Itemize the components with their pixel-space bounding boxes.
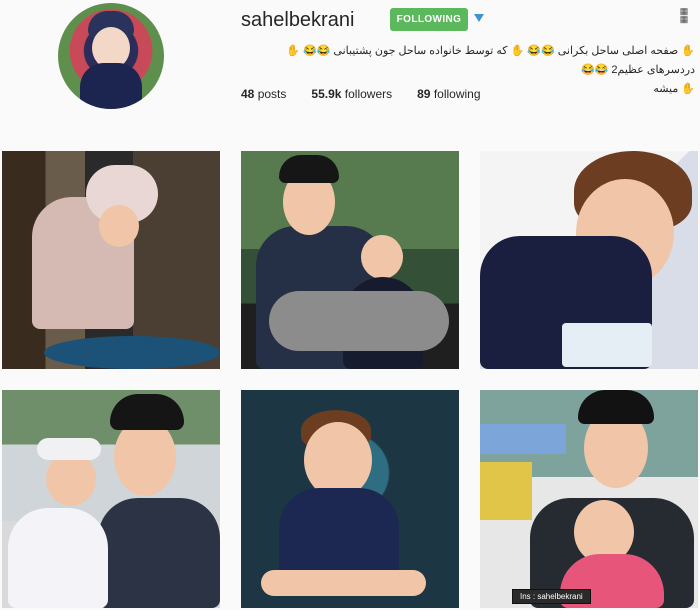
- instagram-label: Ins : sahelbekrani: [512, 589, 591, 604]
- motorbike: [269, 291, 449, 351]
- baby-legs: [261, 570, 426, 596]
- profile-avatar[interactable]: [58, 3, 164, 109]
- photo-post-3[interactable]: [480, 151, 698, 369]
- profile-username: sahelbekrani: [241, 9, 355, 31]
- man-jacket: [98, 498, 220, 608]
- man-hair: [110, 394, 184, 430]
- photo-post-4[interactable]: [2, 390, 220, 608]
- following-stat[interactable]: 89 following: [417, 87, 480, 101]
- baby-face: [99, 205, 139, 247]
- billboard: [480, 424, 566, 454]
- man-hair: [578, 390, 654, 424]
- book: [562, 323, 652, 367]
- photo-post-1[interactable]: [2, 151, 220, 369]
- photo-grid: [0, 150, 700, 610]
- photo-post-6[interactable]: [480, 390, 698, 608]
- baby-headband: [37, 438, 101, 460]
- baby-dress: [8, 508, 108, 608]
- following-button[interactable]: FOLLOWING: [390, 8, 468, 31]
- profile-header: sahelbekrani FOLLOWING ✋ صفحه اصلی ساحل …: [0, 0, 700, 140]
- followers-stat[interactable]: 55.9k followers: [311, 87, 392, 101]
- baby-face: [304, 422, 372, 498]
- baby-face: [361, 235, 403, 279]
- baby-face: [46, 452, 96, 506]
- photo-post-5[interactable]: [241, 390, 459, 608]
- posts-stat[interactable]: 48 posts: [241, 87, 286, 101]
- taxi: [480, 462, 532, 520]
- photo-post-2[interactable]: [241, 151, 459, 369]
- profile-stats: 48 posts 55.9k followers 89 following: [241, 87, 481, 101]
- avatar-body: [80, 63, 142, 109]
- bio-line-1: ✋ صفحه اصلی ساحل بکرانی 😂😂 ✋ که توسط خان…: [286, 45, 695, 76]
- stroller-wheel: [44, 336, 220, 369]
- man-hair: [279, 155, 339, 183]
- chevron-down-icon[interactable]: [474, 14, 484, 22]
- watermark-icon: ▦ ▦: [679, 6, 689, 24]
